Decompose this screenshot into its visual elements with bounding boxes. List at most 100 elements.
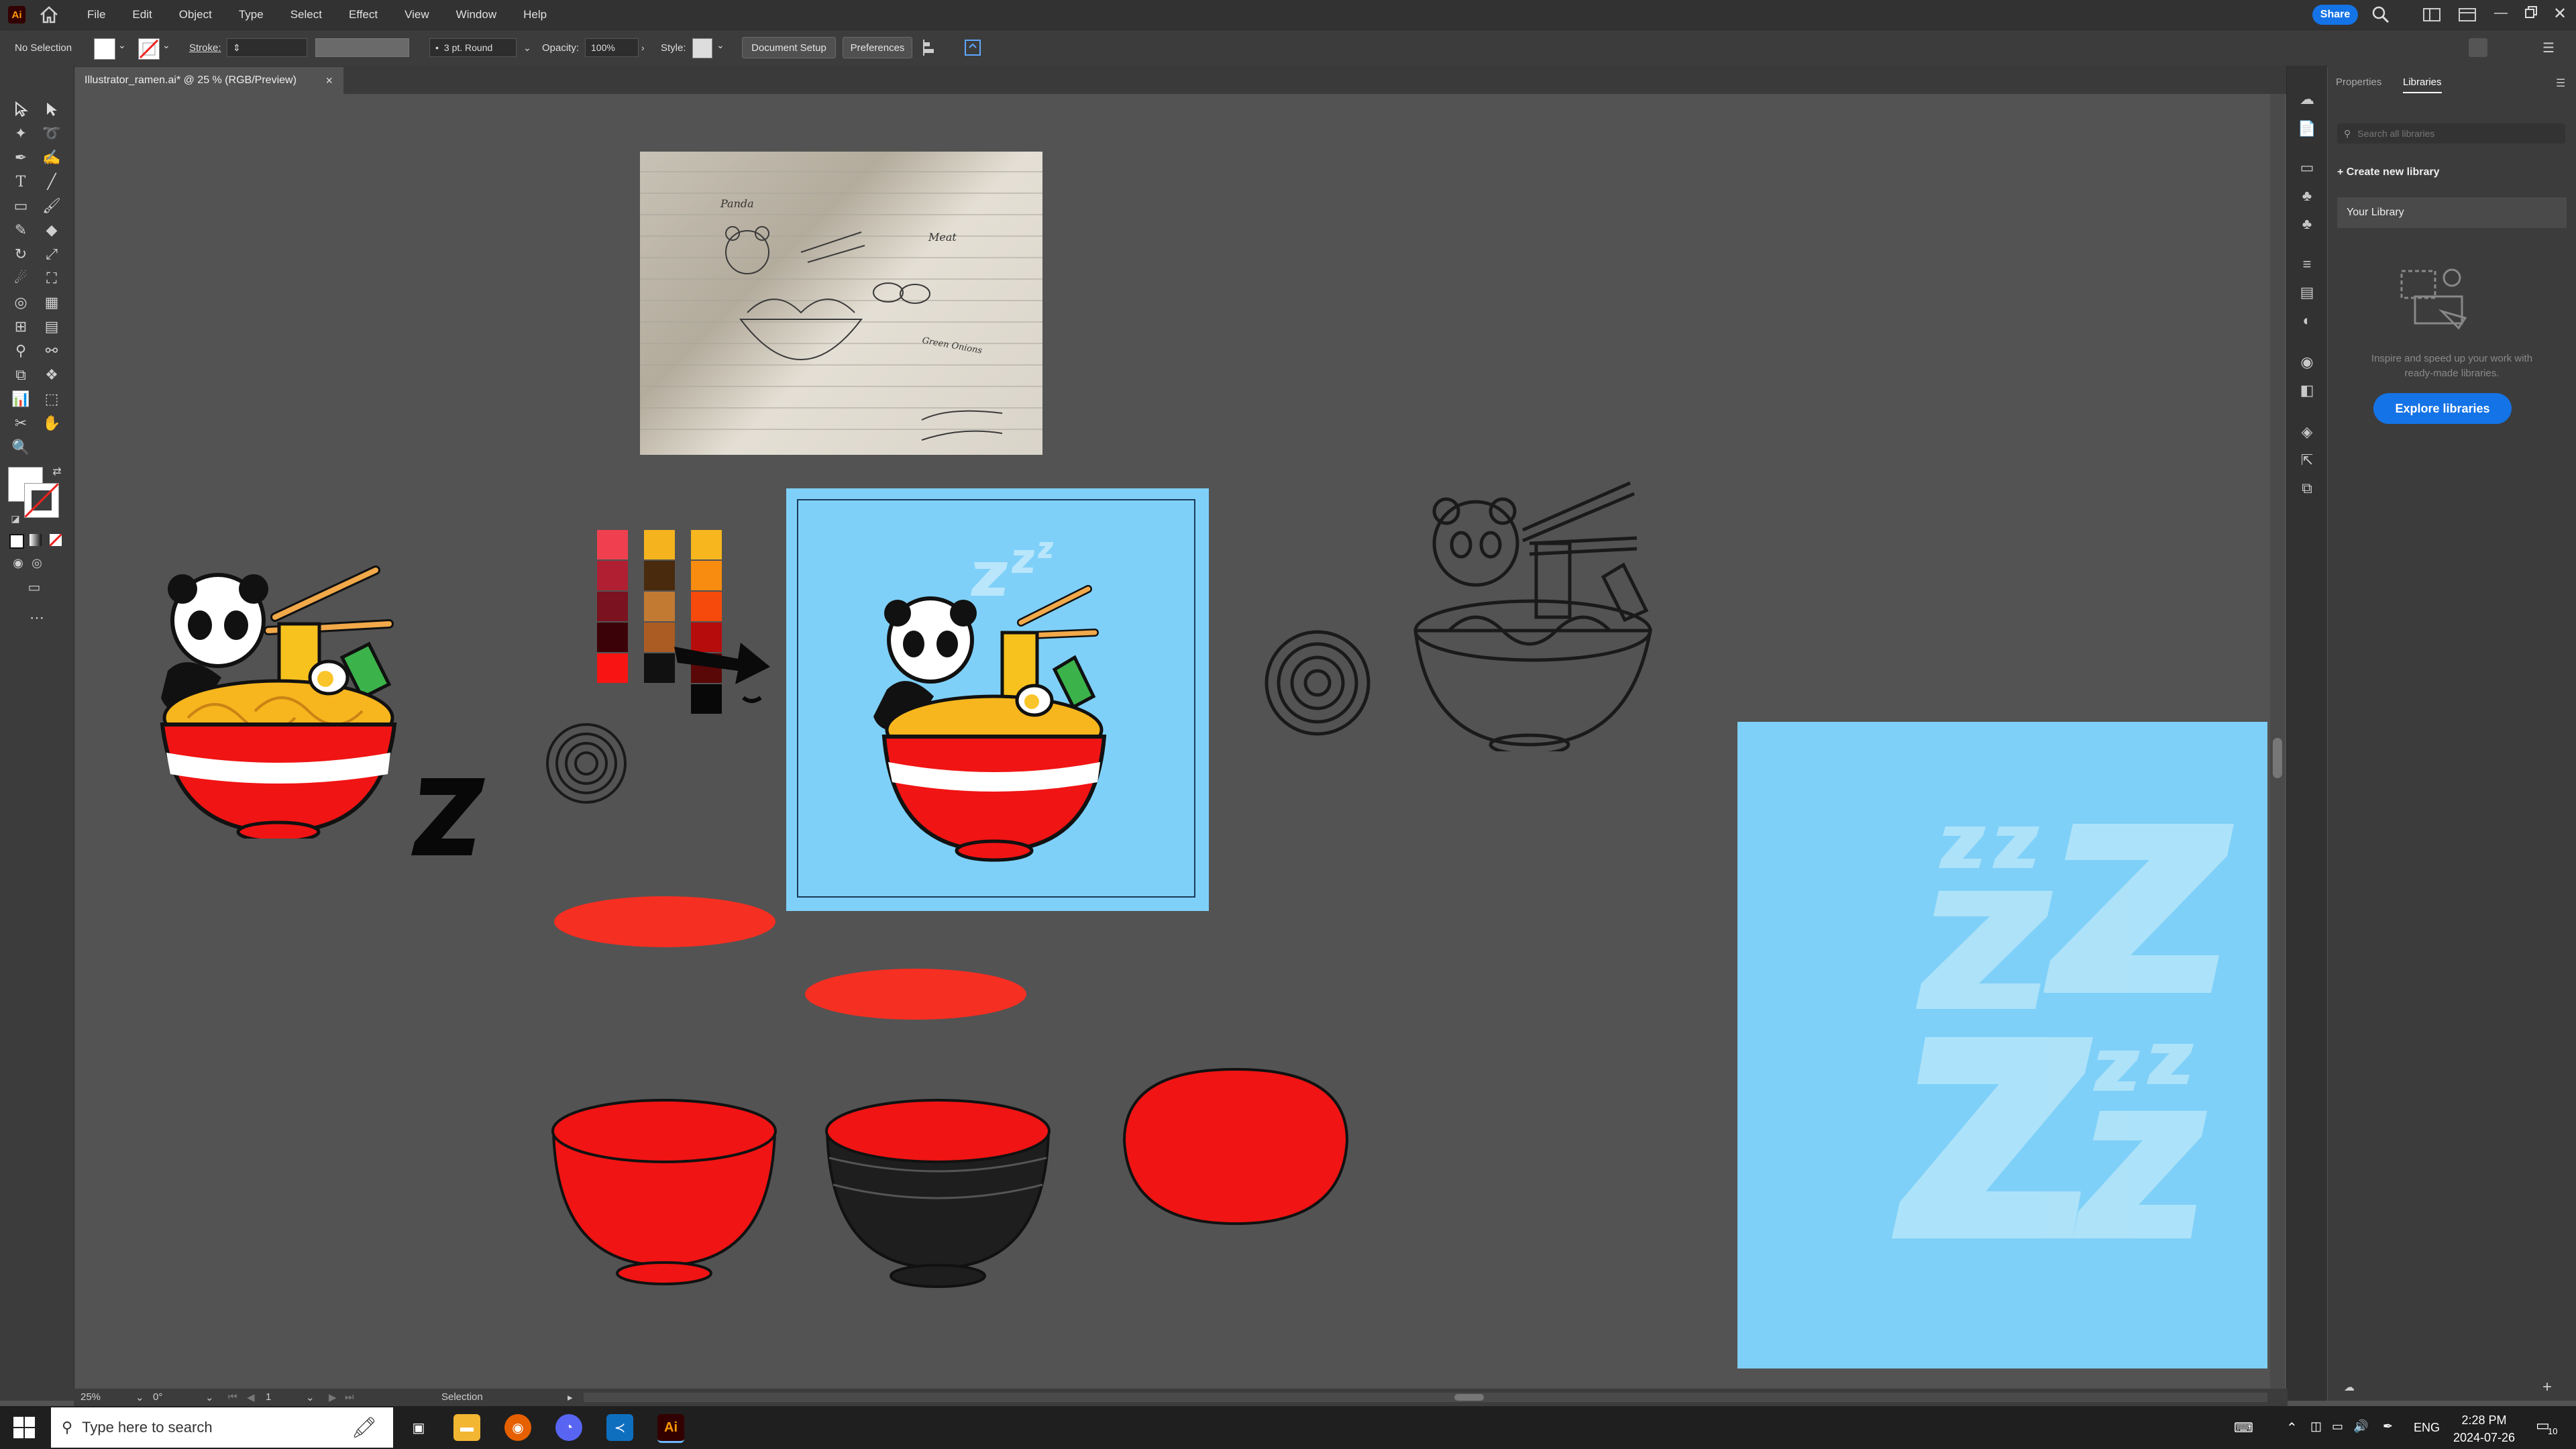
color-mode-icon[interactable] <box>9 534 24 549</box>
scale-tool-icon[interactable]: ⤢ <box>42 244 62 264</box>
opacity-arrow-icon[interactable]: › <box>641 42 645 53</box>
firefox-icon[interactable]: ◉ <box>504 1414 531 1441</box>
first-artboard-icon[interactable]: ⏮ <box>228 1391 237 1403</box>
graphic-styles-icon[interactable]: ◧ <box>2298 381 2316 400</box>
arrange-panels-icon[interactable] <box>2469 38 2487 57</box>
volume-icon[interactable]: 🔊 <box>2353 1419 2368 1434</box>
horizontal-scrollbar[interactable] <box>584 1393 2267 1402</box>
preferences-button[interactable]: Preferences <box>843 37 912 58</box>
task-view-icon[interactable]: ▣ <box>405 1414 432 1441</box>
free-transform-tool-icon[interactable]: ⛶ <box>42 268 62 288</box>
line-segment-tool-icon[interactable]: ╱ <box>42 172 62 192</box>
home-icon[interactable] <box>39 5 59 24</box>
panel-menu-icon[interactable]: ☰ <box>2542 40 2560 56</box>
rectangle-tool-icon[interactable]: ▭ <box>11 196 31 216</box>
close-tab-icon[interactable]: × <box>325 74 333 88</box>
graphic-style-swatch[interactable] <box>692 38 712 58</box>
artboards-icon[interactable]: ▭ <box>2298 158 2316 177</box>
add-icon[interactable]: + <box>2542 1378 2560 1396</box>
notification-center-icon[interactable]: ▭ 10 <box>2536 1417 2563 1440</box>
ramen-line-art[interactable] <box>1402 476 1657 756</box>
system-clock[interactable]: 2:28 PM 2024-07-26 <box>2447 1411 2521 1446</box>
draw-normal-icon[interactable]: ◉ <box>8 553 28 573</box>
hand-tool-icon[interactable]: ✋ <box>42 413 62 433</box>
swatch-color[interactable] <box>597 561 628 590</box>
export-icon[interactable]: ⇱ <box>2298 451 2316 470</box>
style-dropdown-icon[interactable]: ⌄ <box>716 40 724 51</box>
swatch-color[interactable] <box>597 530 628 559</box>
appearance-icon[interactable]: ◉ <box>2298 353 2316 372</box>
stroke-label[interactable]: Stroke: <box>189 42 221 54</box>
zoom-level[interactable]: 25% <box>80 1391 101 1403</box>
eyedropper-tool-icon[interactable]: ⚲ <box>11 341 31 361</box>
discord-icon[interactable]: ◔ <box>555 1414 582 1441</box>
status-arrow-icon[interactable]: ▸ <box>568 1391 573 1403</box>
windows-start-icon[interactable] <box>12 1415 36 1440</box>
symbols-icon[interactable]: ♣ <box>2298 215 2316 233</box>
your-library-item[interactable]: Your Library <box>2337 197 2567 228</box>
swatch-color[interactable] <box>597 592 628 621</box>
artboard-number[interactable]: 1 <box>266 1391 271 1403</box>
main-artboard[interactable] <box>786 488 1209 911</box>
screen-mode-icon[interactable]: ▭ <box>24 577 44 597</box>
explore-libraries-button[interactable]: Explore libraries <box>2373 393 2512 424</box>
layered-bowl-shape[interactable] <box>824 1097 1052 1289</box>
rotation-value[interactable]: 0° <box>153 1391 162 1403</box>
cloud-sync-icon[interactable]: ☁ <box>2344 1381 2361 1394</box>
swatch-color[interactable] <box>691 561 722 590</box>
brushes-icon[interactable]: ♣ <box>2298 186 2316 205</box>
horizontal-scroll-thumb[interactable] <box>1454 1394 1484 1401</box>
type-tool-icon[interactable]: T <box>11 172 31 192</box>
tab-libraries[interactable]: Libraries <box>2403 76 2442 93</box>
workspace-switcher-icon[interactable] <box>2423 8 2440 21</box>
stroke-color-box[interactable] <box>23 482 60 519</box>
network-icon[interactable]: ▭ <box>2332 1419 2343 1434</box>
tray-app-icon[interactable]: ◫ <box>2310 1419 2322 1434</box>
close-icon[interactable]: ✕ <box>2553 4 2569 23</box>
create-new-library-button[interactable]: + Create new library <box>2337 166 2440 178</box>
menu-file[interactable]: File <box>87 8 105 21</box>
document-tab[interactable]: Illustrator_ramen.ai* @ 25 % (RGB/Previe… <box>75 67 343 94</box>
rotate-tool-icon[interactable]: ↻ <box>11 244 31 264</box>
zoom-dropdown-icon[interactable]: ⌄ <box>136 1391 144 1403</box>
paintbrush-tool-icon[interactable]: 🖌 <box>42 196 62 216</box>
z-letter-shape[interactable] <box>408 771 488 859</box>
concentric-circles-outline[interactable] <box>1264 629 1371 737</box>
stroke-swatch[interactable] <box>138 38 160 60</box>
z-pattern-artboard[interactable] <box>1737 722 2267 1368</box>
swatch-color[interactable] <box>691 530 722 559</box>
arrange-documents-icon[interactable] <box>2459 8 2476 21</box>
none-mode-icon[interactable] <box>48 533 63 547</box>
selection-tool-icon[interactable] <box>11 99 31 119</box>
current-tool-status[interactable]: Selection <box>441 1391 483 1403</box>
shape-builder-tool-icon[interactable]: ◎ <box>11 292 31 313</box>
mesh-tool-icon[interactable]: ⊞ <box>11 317 31 337</box>
magic-wand-tool-icon[interactable]: ✦ <box>11 123 31 144</box>
zoom-tool-icon[interactable]: 🔍 <box>11 437 31 458</box>
pen-tool-icon[interactable]: ✒ <box>11 148 31 168</box>
menu-view[interactable]: View <box>405 8 429 21</box>
pen-workspace-icon[interactable]: ✒ <box>2383 1419 2393 1434</box>
warp-tool-icon[interactable]: ☄ <box>11 268 31 288</box>
minimize-icon[interactable]: — <box>2494 5 2510 21</box>
column-graph-tool-icon[interactable]: 📊 <box>11 389 31 409</box>
layers-icon[interactable]: ◈ <box>2298 423 2316 441</box>
variable-width-profile[interactable] <box>315 38 409 57</box>
isolate-icon[interactable] <box>963 38 982 57</box>
draw-behind-icon[interactable]: ◎ <box>27 553 47 573</box>
fill-swatch[interactable] <box>94 38 115 60</box>
menu-edit[interactable]: Edit <box>132 8 152 21</box>
symbol-sprayer-tool-icon[interactable]: ❖ <box>42 365 62 385</box>
lasso-tool-icon[interactable]: ➰ <box>42 123 62 144</box>
last-artboard-icon[interactable]: ⏭ <box>345 1391 354 1403</box>
concentric-circles-outline[interactable] <box>545 722 628 805</box>
rotation-dropdown-icon[interactable]: ⌄ <box>205 1391 214 1403</box>
vertical-scroll-thumb[interactable] <box>2273 738 2282 778</box>
fill-dropdown-icon[interactable]: ⌄ <box>118 40 126 51</box>
swatch-color[interactable] <box>644 561 675 590</box>
illustrator-taskbar-icon[interactable]: Ai <box>657 1414 684 1443</box>
document-info-icon[interactable]: 📄 <box>2298 119 2316 138</box>
keyboard-icon[interactable]: ⌨ <box>2234 1419 2258 1437</box>
default-colors-icon[interactable]: ◪ <box>5 508 25 529</box>
shaper-tool-icon[interactable]: ✎ <box>11 220 31 240</box>
